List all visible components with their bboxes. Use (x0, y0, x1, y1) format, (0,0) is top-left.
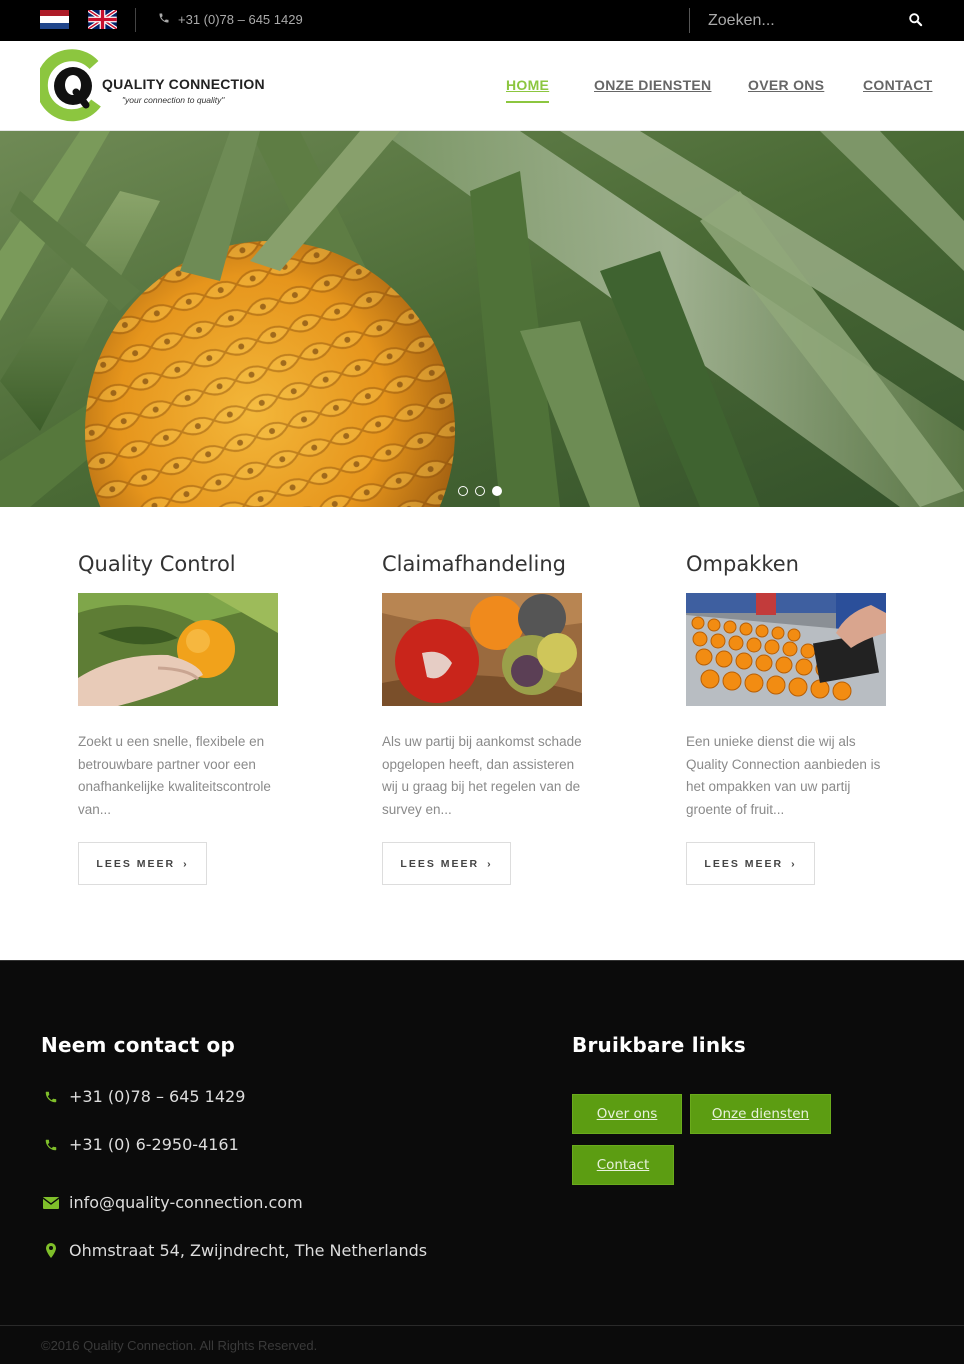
nav-contact[interactable]: CONTACT (863, 77, 933, 93)
search-input[interactable] (698, 8, 898, 34)
service-quality-control: Quality Control Zoekt u een snelle, flex… (78, 552, 298, 885)
chevron-right-icon: › (791, 857, 797, 870)
nav-over-ons[interactable]: OVER ONS (748, 77, 824, 93)
link-over-ons-button[interactable]: Over ons (572, 1094, 682, 1134)
phone-icon (43, 1090, 59, 1104)
envelope-icon (43, 1196, 59, 1209)
slider-dot-1[interactable] (458, 486, 468, 496)
phone-icon (158, 12, 170, 27)
footer-contact-title: Neem contact op (41, 1033, 235, 1057)
service-claimafhandeling: Claimafhandeling Als uw partij bij aanko… (382, 552, 602, 885)
footer-contact-text: +31 (0)78 – 645 1429 (69, 1087, 246, 1106)
map-marker-icon (43, 1243, 59, 1258)
top-bar: +31 (0)78 – 645 1429 (0, 0, 964, 41)
oranges-on-conveyor-photo (686, 593, 886, 706)
site-footer: Neem contact op +31 (0)78 – 645 1429 +31… (0, 960, 964, 1364)
footer-phone-2[interactable]: +31 (0) 6-2950-4161 (43, 1135, 239, 1154)
lees-meer-label: LEES MEER (96, 857, 176, 870)
topbar-phone-number: +31 (0)78 – 645 1429 (178, 12, 303, 27)
slider-dot-2[interactable] (475, 486, 485, 496)
nav-onze-diensten[interactable]: ONZE DIENSTEN (594, 77, 711, 93)
logo-tagline: "your connection to quality" (122, 95, 225, 105)
search-button[interactable] (905, 11, 925, 31)
footer-email[interactable]: info@quality-connection.com (43, 1193, 303, 1212)
phone-icon (43, 1138, 59, 1152)
lees-meer-button[interactable]: LEES MEER › (78, 842, 207, 885)
lees-meer-label: LEES MEER (400, 857, 480, 870)
topbar-phone[interactable]: +31 (0)78 – 645 1429 (158, 12, 303, 27)
footer-phone-1[interactable]: +31 (0)78 – 645 1429 (43, 1087, 245, 1106)
copyright-text: ©2016 Quality Connection. All Rights Res… (41, 1338, 318, 1353)
slider-dots (458, 486, 502, 496)
search-icon (908, 13, 922, 27)
lees-meer-button[interactable]: LEES MEER › (382, 842, 511, 885)
slider-dot-3[interactable] (492, 486, 502, 496)
divider (135, 8, 136, 32)
site-header: QUALITY CONNECTION "your connection to q… (0, 41, 964, 131)
service-title: Ompakken (686, 552, 799, 576)
service-text: Een unieke dienst die wij als Quality Co… (686, 734, 881, 817)
chevron-right-icon: › (183, 857, 189, 870)
service-text: Als uw partij bij aankomst schade opgelo… (382, 734, 582, 817)
logo-q-icon (40, 49, 101, 122)
orange-in-hand-photo (78, 593, 278, 706)
lees-meer-button[interactable]: LEES MEER › (686, 842, 815, 885)
lees-meer-label: LEES MEER (704, 857, 784, 870)
divider (689, 8, 690, 33)
copyright-bar: ©2016 Quality Connection. All Rights Res… (0, 1325, 964, 1364)
service-title: Claimafhandeling (382, 552, 566, 576)
dutch-flag-icon[interactable] (40, 10, 69, 29)
link-contact-button[interactable]: Contact (572, 1145, 674, 1185)
nav-home[interactable]: HOME (506, 77, 550, 103)
footer-contact-text: +31 (0) 6-2950-4161 (69, 1135, 239, 1154)
logo-name: QUALITY CONNECTION (102, 76, 265, 92)
rotten-fruit-photo (382, 593, 582, 706)
footer-contact-text: info@quality-connection.com (69, 1193, 303, 1212)
hero-slider (0, 131, 964, 507)
logo[interactable]: QUALITY CONNECTION "your connection to q… (40, 49, 270, 123)
service-text: Zoekt u een snelle, flexibele en betrouw… (78, 734, 271, 817)
service-ompakken: Ompakken Een unieke dienst die wij als Q… (686, 552, 906, 885)
chevron-right-icon: › (487, 857, 493, 870)
pineapple-plant-photo (0, 131, 964, 507)
footer-address: Ohmstraat 54, Zwijndrecht, The Netherlan… (43, 1241, 427, 1260)
footer-links-title: Bruikbare links (572, 1033, 746, 1057)
uk-flag-icon[interactable] (88, 10, 117, 29)
service-title: Quality Control (78, 552, 236, 576)
footer-contact-text: Ohmstraat 54, Zwijndrecht, The Netherlan… (69, 1241, 428, 1260)
link-onze-diensten-button[interactable]: Onze diensten (690, 1094, 831, 1134)
